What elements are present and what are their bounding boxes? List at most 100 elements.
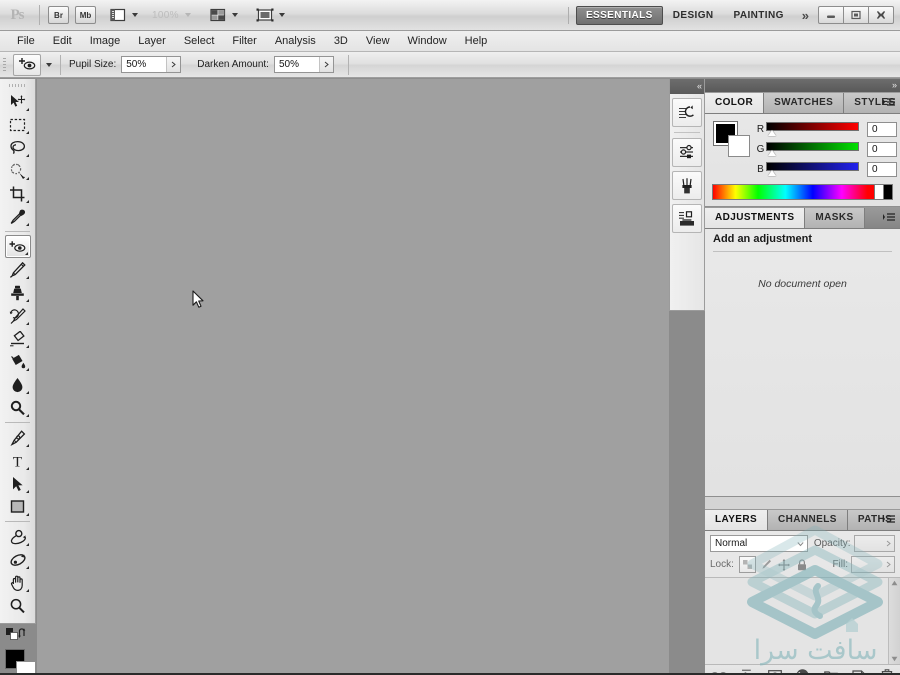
menu-file[interactable]: File (8, 31, 44, 52)
history-brush-flyout-triangle-icon[interactable] (25, 322, 29, 325)
history-panel-icon[interactable] (672, 98, 702, 127)
lock-image-pixels-button[interactable] (759, 557, 774, 572)
options-bar-grip[interactable] (0, 51, 9, 78)
tab-adjustments[interactable]: ADJUSTMENTS (705, 208, 806, 228)
green-value-input[interactable]: 0 (867, 141, 897, 157)
arrange-documents-chevron-down-icon[interactable] (231, 13, 238, 17)
color-panel-background-swatch[interactable] (728, 135, 750, 157)
workspace-essentials-button[interactable]: ESSENTIALS (575, 5, 663, 25)
adjustments-panel-menu-icon[interactable] (881, 211, 896, 223)
pen-tool[interactable] (5, 426, 31, 449)
hand-tool-flyout-triangle-icon[interactable] (25, 589, 29, 592)
tab-layers[interactable]: LAYERS (705, 510, 769, 530)
menu-filter[interactable]: Filter (223, 31, 265, 52)
eyedropper-flyout-triangle-icon[interactable] (25, 223, 29, 226)
eraser-tool[interactable] (5, 327, 31, 350)
darken-amount-input[interactable]: 50% (273, 56, 334, 73)
blue-slider-thumb[interactable] (768, 169, 776, 176)
blur-tool-flyout-triangle-icon[interactable] (25, 391, 29, 394)
move-tool[interactable] (5, 90, 31, 113)
more-workspaces-icon[interactable]: » (794, 8, 815, 23)
layer-list-scrollbar[interactable] (888, 578, 900, 664)
collapse-dock-icon[interactable]: » (892, 81, 897, 90)
restore-button[interactable] (843, 6, 869, 24)
rectangular-marquee-tool[interactable] (5, 113, 31, 136)
type-tool[interactable]: T (5, 449, 31, 472)
menu-help[interactable]: Help (456, 31, 497, 52)
paint-bucket-tool[interactable] (5, 350, 31, 373)
toolbox-grip[interactable] (0, 81, 35, 90)
crop-tool-flyout-triangle-icon[interactable] (25, 200, 29, 203)
zoom-level-value[interactable]: 100% (152, 10, 179, 21)
crop-tool[interactable] (5, 182, 31, 205)
zoom-level-chevron-down-icon[interactable] (184, 13, 191, 17)
lock-all-button[interactable] (795, 557, 810, 572)
eraser-flyout-triangle-icon[interactable] (25, 345, 29, 348)
type-tool-flyout-triangle-icon[interactable] (25, 467, 29, 470)
expand-dock-icon[interactable]: « (697, 82, 702, 91)
layer-list[interactable] (705, 577, 900, 665)
white-swatch[interactable] (875, 184, 884, 200)
red-eye-tool-flyout-triangle-icon[interactable] (24, 252, 28, 255)
menu-select[interactable]: Select (175, 31, 224, 52)
eyedropper-tool[interactable] (5, 205, 31, 228)
pupil-size-chevron-icon[interactable] (166, 57, 181, 72)
opacity-input[interactable] (853, 535, 895, 552)
screen-mode-chevron-down-icon[interactable] (278, 13, 285, 17)
3d-camera-orbit-tool[interactable] (5, 548, 31, 571)
menu-3d[interactable]: 3D (325, 31, 357, 52)
lock-transparent-pixels-button[interactable] (738, 556, 756, 573)
workspace-painting-button[interactable]: PAINTING (724, 6, 794, 25)
tab-color[interactable]: COLOR (705, 93, 765, 113)
layer-comps-panel-icon[interactable] (672, 204, 702, 233)
lock-position-button[interactable] (777, 557, 792, 572)
lasso-tool-flyout-triangle-icon[interactable] (25, 154, 29, 157)
3d-orbit-flyout-triangle-icon[interactable] (25, 566, 29, 569)
green-slider[interactable] (766, 141, 859, 156)
blend-mode-chevron-down-icon[interactable] (795, 541, 807, 547)
brush-tool-flyout-triangle-icon[interactable] (25, 276, 29, 279)
move-tool-flyout-triangle-icon[interactable] (25, 108, 29, 111)
fill-input[interactable] (851, 556, 895, 573)
red-eye-tool[interactable] (4, 235, 31, 258)
arrange-documents-icon[interactable] (207, 6, 229, 25)
canvas-empty-workspace[interactable] (37, 79, 669, 675)
layers-panel-menu-icon[interactable] (881, 513, 896, 525)
color-spectrum-bar[interactable] (712, 184, 893, 200)
tab-masks[interactable]: MASKS (805, 208, 865, 228)
path-selection-flyout-triangle-icon[interactable] (25, 490, 29, 493)
path-selection-tool[interactable] (5, 472, 31, 495)
menu-image[interactable]: Image (81, 31, 130, 52)
tool-presets-panel-icon[interactable] (672, 138, 702, 167)
menu-window[interactable]: Window (399, 31, 456, 52)
workspace-design-button[interactable]: DESIGN (663, 6, 724, 25)
blue-slider[interactable] (766, 161, 859, 176)
3d-rotate-flyout-triangle-icon[interactable] (25, 543, 29, 546)
blur-tool[interactable] (5, 373, 31, 396)
hand-tool[interactable] (5, 571, 31, 594)
minimize-button[interactable] (818, 6, 844, 24)
pupil-size-input[interactable]: 50% (121, 56, 182, 73)
darken-amount-value[interactable]: 50% (275, 57, 319, 72)
red-value-input[interactable]: 0 (867, 121, 897, 137)
color-spectrum-ramp[interactable] (712, 184, 875, 200)
tab-swatches[interactable]: SWATCHES (764, 93, 845, 113)
brushes-panel-icon[interactable] (672, 171, 702, 200)
black-swatch[interactable] (884, 184, 893, 200)
marquee-tool-flyout-triangle-icon[interactable] (25, 131, 29, 134)
zoom-tool[interactable] (5, 594, 31, 617)
default-colors-icon[interactable] (6, 628, 18, 643)
launch-bridge-button[interactable]: Br (48, 6, 69, 24)
rectangle-shape-tool[interactable] (5, 495, 31, 518)
menu-layer[interactable]: Layer (129, 31, 175, 52)
menu-edit[interactable]: Edit (44, 31, 81, 52)
launch-mini-bridge-button[interactable]: Mb (75, 6, 96, 24)
blend-mode-select[interactable]: Normal (710, 535, 808, 552)
red-slider-thumb[interactable] (768, 129, 776, 136)
swap-colors-icon[interactable] (18, 627, 30, 642)
color-panel-menu-icon[interactable] (881, 96, 896, 108)
quick-selection-tool[interactable] (5, 159, 31, 182)
3d-object-rotate-tool[interactable] (5, 525, 31, 548)
quick-selection-flyout-triangle-icon[interactable] (25, 177, 29, 180)
screen-mode-icon[interactable] (254, 6, 276, 25)
